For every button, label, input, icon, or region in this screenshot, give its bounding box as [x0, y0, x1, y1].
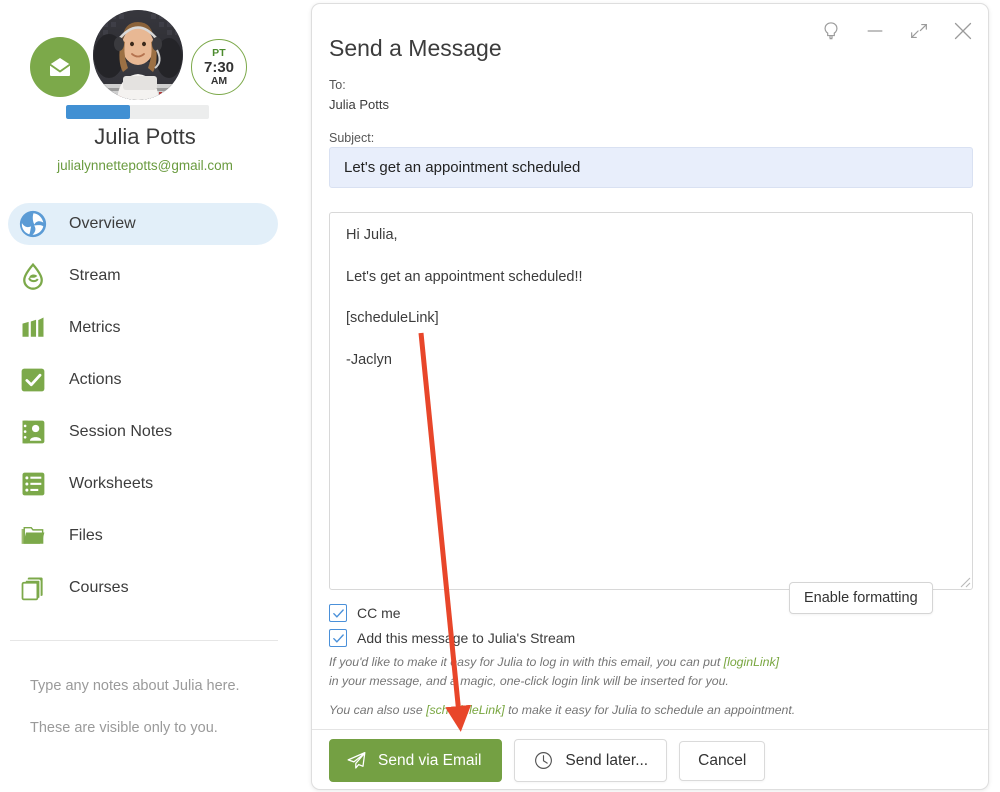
button-label: Send via Email [378, 751, 482, 769]
checkbox-label: Add this message to Julia's Stream [357, 630, 576, 646]
user-name: Julia Potts [94, 124, 196, 149]
avatar[interactable] [93, 10, 183, 100]
message-body-line: Let's get an appointment scheduled!! [346, 268, 583, 285]
pinwheel-icon [17, 208, 49, 240]
profile-header: PT 7:30 AM [0, 0, 290, 110]
message-body-input[interactable]: Hi Julia, Let's get an appointment schedu… [329, 212, 973, 590]
sidebar-item-files[interactable]: Files [8, 515, 278, 557]
send-message-dialog: Send a Message To: Julia Potts Subject: … [311, 3, 989, 790]
sidebar-item-actions[interactable]: Actions [8, 359, 278, 401]
send-later-button[interactable]: Send later... [514, 739, 668, 782]
clock-icon [533, 750, 554, 771]
paper-plane-icon [346, 750, 367, 771]
send-via-email-button[interactable]: Send via Email [329, 739, 503, 782]
bar-chart-icon [17, 312, 49, 344]
login-link-hint-line-1: If you'd like to make it easy for Julia … [329, 655, 779, 669]
add-to-stream-checkbox[interactable]: Add this message to Julia's Stream [329, 629, 575, 647]
sidebar-item-label: Courses [69, 579, 129, 596]
button-label: Cancel [698, 751, 747, 769]
checkbox-label: CC me [357, 605, 401, 621]
local-time: 7:30 [203, 58, 235, 76]
timezone-label: PT [212, 47, 226, 59]
hint-text: You can also use [329, 703, 427, 717]
schedule-link-hint: You can also use [scheduleLink] to make … [329, 703, 795, 717]
droplet-icon [17, 260, 49, 292]
sidebar-item-label: Session Notes [69, 423, 173, 440]
checkbox-checked-icon [329, 604, 347, 622]
folder-icon [17, 520, 49, 552]
pages-stack-icon [17, 572, 49, 604]
sidebar-item-label: Stream [69, 267, 121, 284]
sidebar-item-metrics[interactable]: Metrics [8, 307, 278, 349]
collapse-icon[interactable] [907, 19, 931, 43]
sidebar-item-session-notes[interactable]: Session Notes [8, 411, 278, 453]
profile-progress-fill [66, 105, 131, 119]
hint-text: to make it easy for Julia to schedule an… [504, 703, 796, 717]
message-body-line: Hi Julia, [346, 227, 398, 243]
profile-progress-bar [66, 105, 209, 119]
message-body-line: -Jaclyn [346, 351, 392, 368]
sidebar-item-courses[interactable]: Courses [8, 567, 278, 609]
sidebar-item-label: Overview [69, 215, 136, 232]
sidebar-divider [10, 640, 278, 641]
sidebar-item-worksheets[interactable]: Worksheets [8, 463, 278, 505]
to-label: To: [329, 78, 346, 92]
window-controls [819, 19, 975, 43]
sidebar-item-label: Worksheets [69, 475, 154, 492]
message-body-line: [scheduleLink] [346, 310, 439, 326]
page-title: Send a Message [329, 35, 502, 62]
notes-hint-line-1: Type any notes about Julia here. [30, 678, 240, 694]
enable-formatting-button[interactable]: Enable formatting [789, 582, 933, 614]
dialog-actions: Send via Email Send later... Cancel [329, 739, 766, 782]
login-link-token: [loginLink] [723, 655, 780, 669]
contact-card-icon [17, 416, 49, 448]
list-document-icon [17, 468, 49, 500]
subject-input[interactable]: Let's get an appointment scheduled [329, 147, 973, 188]
timezone-clock-badge: PT 7:30 AM [191, 39, 247, 95]
subject-label: Subject: [329, 131, 375, 145]
schedule-link-token: [scheduleLink] [426, 703, 505, 717]
app-root: PT 7:30 AM Julia Potts julialynnettepott… [0, 0, 1000, 792]
to-recipient: Julia Potts [329, 97, 389, 112]
hint-text: If you'd like to make it easy for Julia … [329, 655, 724, 669]
minimize-icon[interactable] [863, 19, 887, 43]
sidebar: PT 7:30 AM Julia Potts julialynnettepott… [0, 0, 290, 792]
meridiem-label: AM [210, 74, 228, 87]
cc-me-checkbox[interactable]: CC me [329, 604, 401, 622]
sidebar-item-stream[interactable]: Stream [8, 255, 278, 297]
user-email[interactable]: julialynnettepotts@gmail.com [0, 158, 290, 173]
lightbulb-icon[interactable] [819, 19, 843, 43]
button-label: Send later... [565, 751, 649, 769]
sidebar-item-label: Actions [69, 371, 122, 388]
close-icon[interactable] [951, 19, 975, 43]
login-link-hint-line-2: in your message, and a magic, one-click … [329, 674, 729, 688]
checkmark-square-icon [17, 364, 49, 396]
envelope-icon[interactable] [30, 37, 90, 97]
checkbox-checked-icon [329, 629, 347, 647]
notes-hint-line-2: These are visible only to you. [30, 720, 218, 736]
cancel-button[interactable]: Cancel [679, 740, 766, 781]
sidebar-item-label: Metrics [69, 319, 121, 336]
sidebar-nav: Overview Stream Metrics Actions Session … [0, 203, 290, 619]
sidebar-item-overview[interactable]: Overview [8, 203, 278, 245]
footer-divider [312, 729, 988, 730]
sidebar-item-label: Files [69, 527, 103, 544]
